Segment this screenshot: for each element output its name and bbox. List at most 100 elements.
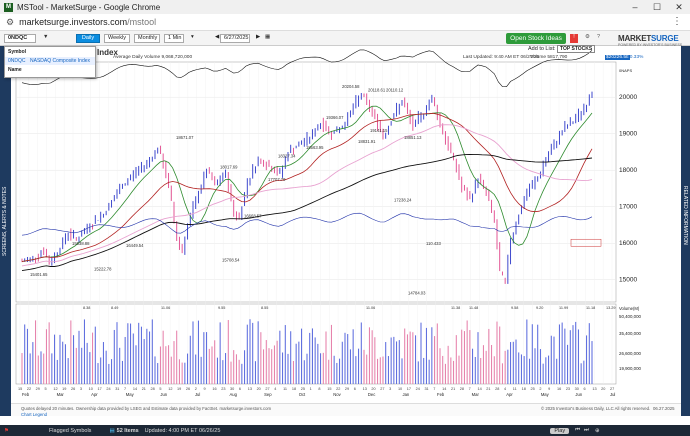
month-tick-label: Jun xyxy=(575,392,582,397)
chart-area[interactable]: 15000 16000 17000 18000 19000 20000 15 22 29 5 12 1… xyxy=(11,46,681,416)
day-tick-label: 6 xyxy=(239,387,241,391)
volume-bar xyxy=(56,359,58,384)
price-chart[interactable]: 15000160001700018000190002000015 22 29 5 12 1… xyxy=(11,46,681,403)
volume-bar xyxy=(311,328,313,384)
price-annotation: 15708.54 xyxy=(222,257,240,262)
flagged-symbols-tab[interactable]: Flagged Symbols xyxy=(49,428,92,434)
price-tick-label: 20000 xyxy=(619,94,637,101)
close-icon[interactable]: ✕ xyxy=(668,0,690,14)
volume-bar xyxy=(545,357,547,384)
option-symbol: 0NDQC xyxy=(8,58,26,64)
alert-badge-icon[interactable]: ! xyxy=(570,34,578,43)
month-tick-label: Oct xyxy=(299,392,306,397)
pct-change-readout: +0.33% xyxy=(627,55,644,60)
volume-bar xyxy=(455,335,457,384)
price-annotation: 19366.07 xyxy=(326,115,344,120)
month-tick-label: Aug xyxy=(230,392,238,397)
period-monthly[interactable]: Monthly xyxy=(134,34,160,43)
volume-bar xyxy=(393,336,395,384)
volume-bar xyxy=(504,350,506,384)
period-daily[interactable]: Daily xyxy=(76,34,100,43)
minimize-icon[interactable]: – xyxy=(624,0,646,14)
day-tick-label: 18 xyxy=(522,387,526,391)
chevron-down-icon[interactable]: ▾ xyxy=(188,34,197,43)
volume-annotation: 8.55 xyxy=(261,306,268,310)
volume-bar xyxy=(162,330,164,384)
symbol-input[interactable]: 0NDQC xyxy=(4,34,36,43)
volume-annotation: 8.38 xyxy=(83,306,90,310)
site-info-icon[interactable]: ⚙ xyxy=(6,17,14,28)
price-annotation: 18563.95 xyxy=(306,145,324,150)
volume-bar xyxy=(206,332,208,384)
date-input[interactable]: 6/27/2025 xyxy=(220,34,250,43)
logo-part-b: SURGE xyxy=(651,34,679,43)
volume-bar xyxy=(92,332,94,384)
day-tick-label: 6 xyxy=(354,387,356,391)
skip-forward-icon[interactable]: ⏭ xyxy=(584,427,589,434)
period-intraday[interactable]: 1 Min xyxy=(164,34,184,43)
volume-bar xyxy=(276,340,278,384)
volume-bar xyxy=(320,353,322,384)
list-items-count[interactable]: 52 Items xyxy=(117,428,139,434)
zoom-icon[interactable]: ⊕ xyxy=(595,428,600,434)
price-tick-label: 18000 xyxy=(619,167,637,174)
month-tick-label: Jul xyxy=(195,392,200,397)
volume-bar xyxy=(561,322,563,384)
volume-bar xyxy=(138,322,140,384)
dropdown-option[interactable]: 0NDQC NASDAQ Composite Index xyxy=(5,57,95,65)
period-weekly[interactable]: Weekly xyxy=(104,34,130,43)
volume-bar xyxy=(558,324,560,384)
price-annotation: 15401.65 xyxy=(30,272,48,277)
avg-volume-text: Average Daily Volume 9,068,720,000 xyxy=(113,55,193,60)
day-tick-label: 30 xyxy=(230,387,234,391)
url-path: /mstool xyxy=(127,17,157,27)
skip-back-icon[interactable]: ⏮ xyxy=(575,427,580,434)
top-stocks-select[interactable]: TOP STOCKS xyxy=(557,45,596,53)
last-updated-text: Last Updated: 9:40 AM ET 06/27/25 xyxy=(463,55,540,60)
relative-line xyxy=(21,212,593,236)
volume-bar xyxy=(531,324,533,384)
volume-bar xyxy=(512,341,514,384)
related-information-rail[interactable]: RELATED INFORMATION xyxy=(681,46,690,416)
address-bar[interactable]: ⚙ marketsurge.investors.com /mstool ⋮ xyxy=(0,14,690,31)
volume-bar xyxy=(197,320,199,384)
volume-bar xyxy=(539,349,541,384)
volume-bar xyxy=(119,347,121,384)
day-tick-label: 30 xyxy=(575,387,579,391)
maximize-icon[interactable]: ☐ xyxy=(646,0,668,14)
volume-bar xyxy=(423,357,425,384)
search-icon[interactable]: ▼ xyxy=(40,34,51,43)
volume-bar xyxy=(181,362,183,384)
month-tick-label: Jan xyxy=(402,392,409,397)
ma-200-line xyxy=(21,154,593,272)
annotation-box xyxy=(570,238,602,247)
play-button[interactable]: Play xyxy=(550,427,570,434)
volume-bar xyxy=(273,345,275,384)
settings-icon[interactable]: ⚙ xyxy=(582,34,593,43)
screens-alerts-notes-rail[interactable]: SCREENS, ALERTS & NOTES xyxy=(0,46,11,416)
volume-bar xyxy=(40,351,42,384)
price-tick-label: 17000 xyxy=(619,204,637,211)
calendar-icon[interactable]: ▦ xyxy=(262,34,273,43)
volume-bar xyxy=(523,356,525,384)
volume-bar xyxy=(222,360,224,384)
volume-bar xyxy=(322,352,324,384)
symbol-dropdown[interactable]: Symbol 0NDQC NASDAQ Composite Index Name xyxy=(4,46,96,78)
volume-bar xyxy=(366,354,368,384)
volume-bar xyxy=(105,350,107,384)
more-menu-icon[interactable]: ⋮ xyxy=(672,16,682,27)
volume-bar xyxy=(363,349,365,384)
day-tick-label: 1 xyxy=(310,387,312,391)
open-stock-ideas-button[interactable]: Open Stock Ideas xyxy=(506,33,566,44)
volume-bar xyxy=(303,360,305,384)
help-icon[interactable]: ? xyxy=(594,34,603,43)
price-tick-label: 15000 xyxy=(619,277,637,284)
volume-bar xyxy=(254,361,256,384)
price-tick-label: 19000 xyxy=(619,131,637,138)
price-annotation: 19141.15 xyxy=(370,128,388,133)
volume-bar xyxy=(124,336,126,384)
chart-legend-link[interactable]: Chart Legend xyxy=(21,412,47,417)
day-tick-label: 4 xyxy=(504,387,506,391)
volume-bar xyxy=(412,332,414,384)
volume-bar xyxy=(309,332,311,384)
